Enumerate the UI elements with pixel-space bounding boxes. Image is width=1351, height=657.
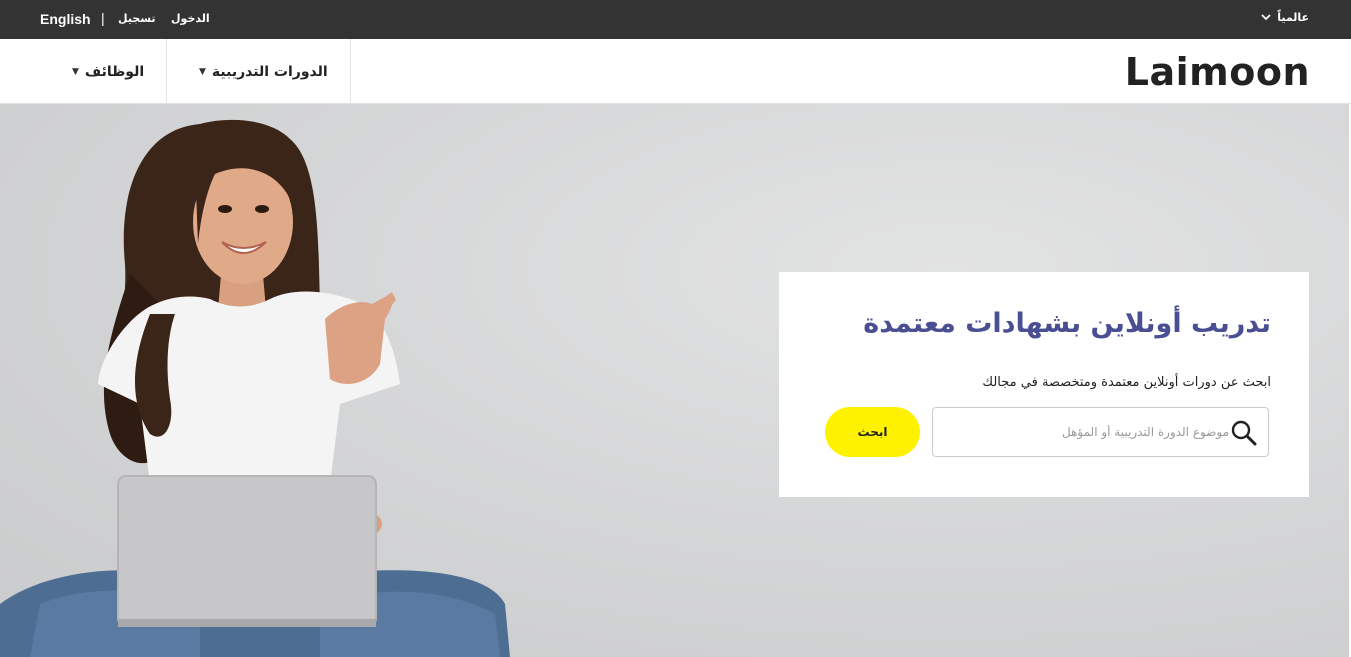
top-utility-bar: English | تسجيل الدخول عالمياً: [0, 0, 1351, 39]
main-navigation: ▼ الوظائف ▼ الدورات التدريبية Laimoon: [0, 39, 1351, 104]
search-card: تدريب أونلاين بشهادات معتمدة ابحث عن دور…: [779, 272, 1309, 497]
chevron-down-icon: [1261, 14, 1271, 21]
course-search-field[interactable]: [932, 407, 1269, 457]
nav-item-jobs-label: الوظائف: [84, 63, 145, 80]
caret-down-icon: ▼: [199, 66, 206, 77]
topbar-separator: |: [101, 10, 105, 26]
login-link[interactable]: الدخول: [171, 12, 210, 25]
caret-down-icon: ▼: [72, 66, 79, 77]
nav-item-jobs[interactable]: ▼ الوظائف: [72, 39, 144, 104]
language-switch-link[interactable]: English: [40, 11, 91, 27]
region-selector[interactable]: عالمياً: [1261, 11, 1309, 24]
nav-divider: [350, 39, 351, 104]
hero-woman-with-laptop-image: [0, 119, 510, 657]
hero-headline: تدريب أونلاين بشهادات معتمدة: [863, 308, 1271, 339]
hero-banner: تدريب أونلاين بشهادات معتمدة ابحث عن دور…: [0, 104, 1349, 657]
hero-subheadline: ابحث عن دورات أونلاين معتمدة ومتخصصة في …: [982, 375, 1271, 390]
region-selector-label: عالمياً: [1277, 11, 1309, 24]
nav-item-courses[interactable]: ▼ الدورات التدريبية: [199, 39, 328, 104]
nav-divider: [166, 39, 167, 104]
search-button[interactable]: ابحث: [825, 407, 920, 457]
register-link[interactable]: تسجيل: [118, 12, 156, 25]
site-logo[interactable]: Laimoon: [1125, 50, 1310, 94]
search-icon[interactable]: [1231, 420, 1257, 450]
nav-item-courses-label: الدورات التدريبية: [211, 63, 328, 80]
course-search-input[interactable]: [941, 408, 1229, 456]
